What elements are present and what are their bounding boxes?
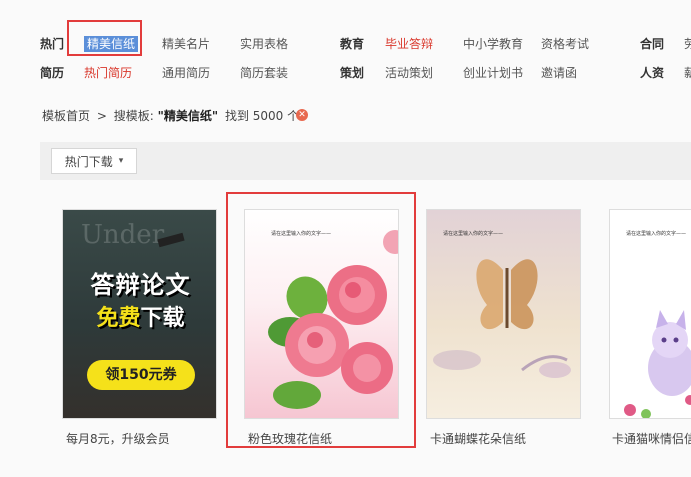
- chevron-down-icon: ▾: [118, 156, 124, 166]
- nav-link-cut-1[interactable]: 劳: [684, 36, 691, 52]
- promo-download-text: 下载: [140, 306, 185, 331]
- breadcrumb: 模板首页 > 搜模板: "精美信纸" 找到 5000 个: [42, 107, 299, 124]
- coupon-button[interactable]: 领150元券: [87, 360, 195, 390]
- nav-link-event-plan[interactable]: 活动策划: [385, 65, 433, 81]
- template-card-rose[interactable]: 请在这里输入你的文字——: [244, 209, 399, 419]
- breadcrumb-separator: >: [96, 109, 107, 123]
- rose-illustration: [268, 230, 398, 409]
- cat-illustration: [624, 310, 691, 418]
- nav-category-resume: 简历: [40, 66, 65, 80]
- nav-category-contract: 合同: [640, 37, 665, 51]
- nav-link-k12[interactable]: 中小学教育: [463, 36, 523, 52]
- filter-bar: [40, 142, 691, 180]
- search-label: 搜模板:: [113, 109, 154, 123]
- nav-category-hot: 热门: [40, 37, 65, 51]
- template-card-promo[interactable]: Under 答辩论文 免费下载 领150元券: [62, 209, 217, 419]
- nav-link-general-resume[interactable]: 通用简历: [162, 65, 210, 81]
- nav-link-invitation[interactable]: 邀请函: [541, 65, 577, 81]
- card-caption-butterfly[interactable]: 卡通蝴蝶花朵信纸: [430, 430, 526, 447]
- highlight-box-nav: [67, 20, 142, 56]
- nav-link-forms[interactable]: 实用表格: [240, 36, 288, 52]
- template-card-butterfly[interactable]: 请在这里输入你的文字——: [426, 209, 581, 419]
- promo-free-text: 免费: [96, 306, 141, 331]
- nav-link-business-plan[interactable]: 创业计划书: [463, 65, 523, 81]
- search-query: "精美信纸": [157, 109, 219, 123]
- result-count: 找到 5000 个: [224, 109, 300, 123]
- nav-link-business-card[interactable]: 精美名片: [162, 36, 210, 52]
- nav-link-resume-set[interactable]: 简历套装: [240, 65, 288, 81]
- nav-category-education: 教育: [340, 37, 365, 51]
- nav-category-planning: 策划: [340, 66, 365, 80]
- nav-category-hr: 人资: [640, 66, 665, 80]
- butterfly-illustration: [433, 259, 571, 378]
- promo-bg-text: Under: [81, 220, 165, 250]
- promo-title: 答辩论文: [90, 271, 191, 299]
- close-circle-icon[interactable]: ✕: [296, 109, 308, 121]
- sort-dropdown-label: 热门下载: [64, 154, 113, 169]
- nav-link-hot-resume[interactable]: 热门简历: [84, 65, 132, 81]
- promo-subtitle: 免费下载: [83, 300, 198, 332]
- breadcrumb-home-link[interactable]: 模板首页: [42, 109, 90, 123]
- card-caption-promo[interactable]: 每月8元，升级会员: [66, 430, 170, 447]
- sort-dropdown[interactable]: 热门下载 ▾: [51, 148, 137, 174]
- nav-link-defense[interactable]: 毕业答辩: [385, 36, 433, 52]
- template-card-cat[interactable]: 请在这里输入你的文字——: [609, 209, 691, 419]
- card-caption-rose[interactable]: 粉色玫瑰花信纸: [248, 430, 332, 447]
- nav-link-cut-2[interactable]: 薪: [684, 65, 691, 81]
- nav-link-exam[interactable]: 资格考试: [541, 36, 589, 52]
- card-caption-cat[interactable]: 卡通猫咪情侣信: [612, 430, 691, 447]
